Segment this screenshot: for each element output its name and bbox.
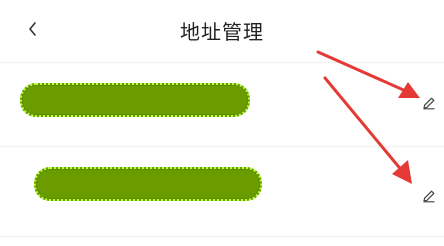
edit-address-button[interactable] (418, 92, 440, 114)
address-item[interactable] (0, 147, 444, 227)
divider (0, 236, 444, 237)
top-bar: 地址管理 (0, 0, 444, 60)
redacted-address-text (34, 167, 262, 201)
edit-address-button[interactable] (418, 185, 440, 207)
edit-pencil-icon (423, 190, 435, 203)
address-item[interactable] (0, 63, 444, 143)
edit-pencil-icon (423, 97, 435, 110)
page-title: 地址管理 (180, 20, 264, 44)
redacted-address-text (20, 83, 250, 117)
